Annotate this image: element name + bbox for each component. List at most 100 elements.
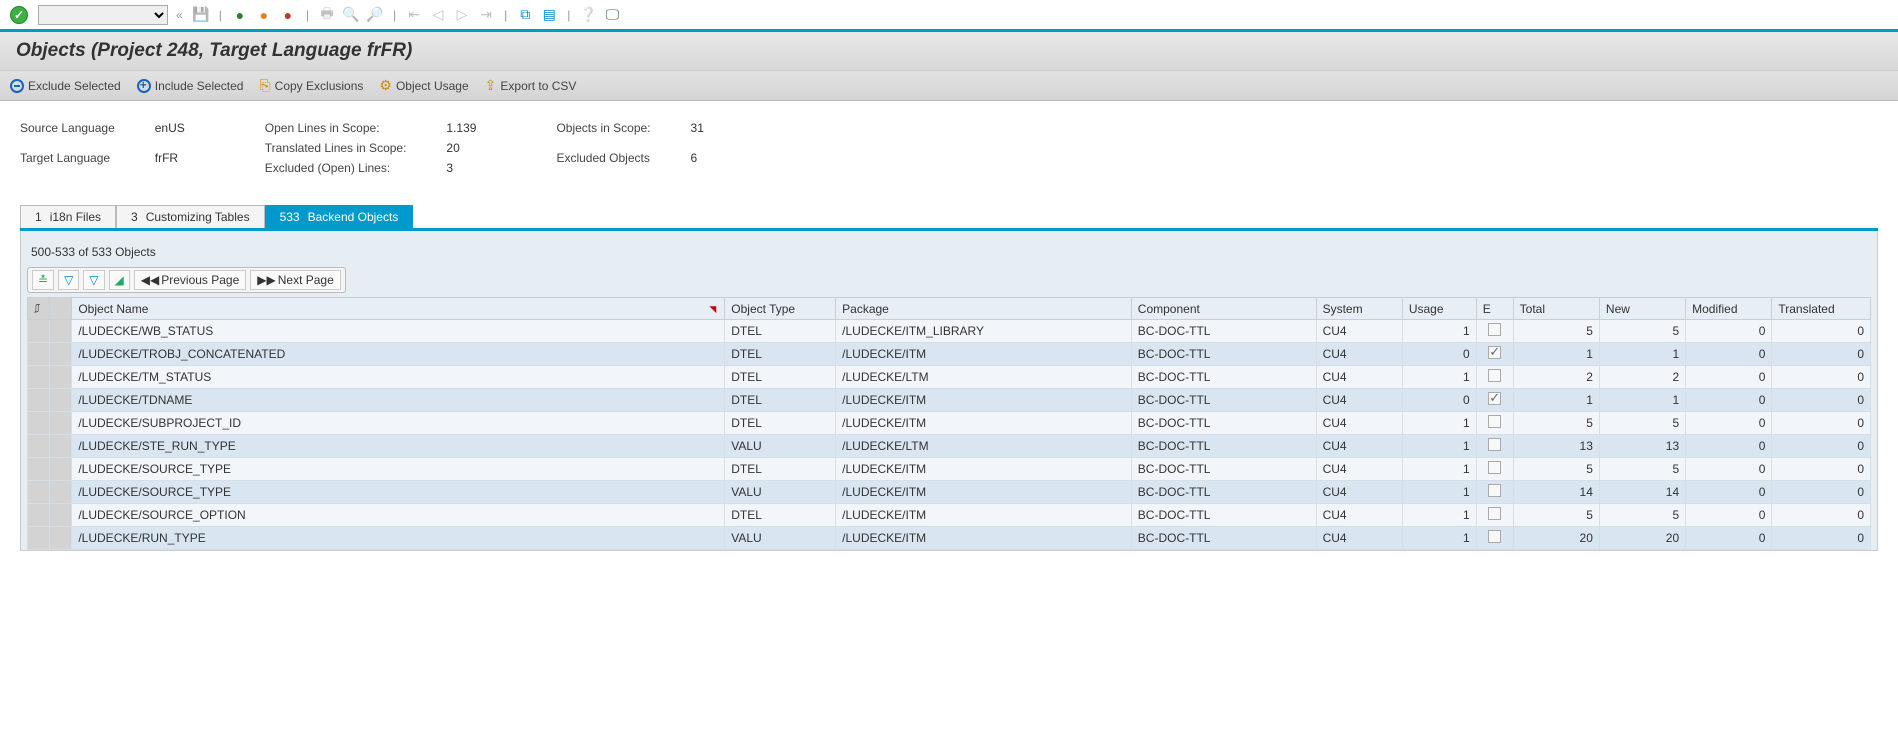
cell-modified: 0 [1686,435,1772,458]
include-selected-button[interactable]: Include Selected [137,77,244,94]
checkbox-icon[interactable] [1488,530,1501,543]
col-component[interactable]: Component [1131,298,1316,320]
table-row[interactable]: /LUDECKE/SOURCE_TYPEDTEL/LUDECKE/ITMBC-D… [28,458,1871,481]
exclude-selected-button[interactable]: Exclude Selected [10,77,121,94]
checkbox-icon[interactable] [1488,369,1501,382]
previous-page-button[interactable]: ◀◀ Previous Page [134,270,247,290]
row-selector[interactable] [28,366,50,389]
save-icon[interactable]: 💾 [191,5,211,25]
tab-backend-objects[interactable]: 533 Backend Objects [265,205,414,228]
col-usage[interactable]: Usage [1402,298,1476,320]
back-icon[interactable]: ● [230,5,250,25]
row-selector[interactable] [28,527,50,550]
row-selector[interactable] [28,504,50,527]
first-page-icon[interactable]: ⇤ [404,5,424,25]
row-selector[interactable] [28,481,50,504]
cell-e[interactable] [1476,481,1513,504]
col-new[interactable]: New [1599,298,1685,320]
checkbox-icon[interactable] [1488,461,1501,474]
cell-package: /LUDECKE/ITM [836,389,1132,412]
table-row[interactable]: /LUDECKE/TROBJ_CONCATENATEDDTEL/LUDECKE/… [28,343,1871,366]
col-package[interactable]: Package [836,298,1132,320]
object-usage-button[interactable]: ⚙ Object Usage [379,77,468,94]
col-translated[interactable]: Translated [1772,298,1871,320]
filter-menu-icon[interactable]: ▽ [83,270,104,290]
col-e[interactable]: E [1476,298,1513,320]
col-object-name[interactable]: Object Name◥ [72,298,725,320]
sort-asc-icon[interactable]: ≛ [32,270,54,290]
last-page-icon[interactable]: ⇥ [476,5,496,25]
cell-object-type: VALU [725,481,836,504]
copy-exclusions-button[interactable]: ⎘ Copy Exclusions [259,77,363,94]
col-system[interactable]: System [1316,298,1402,320]
next-page-icon[interactable]: ▷ [452,5,472,25]
checkbox-icon[interactable] [1488,323,1501,336]
cell-e[interactable] [1476,527,1513,550]
cell-object-name: /LUDECKE/SUBPROJECT_ID [72,412,725,435]
layout-icon[interactable]: ▤ [539,5,559,25]
checkbox-icon[interactable] [1488,346,1501,359]
table-row[interactable]: /LUDECKE/TDNAMEDTEL/LUDECKE/ITMBC-DOC-TT… [28,389,1871,412]
objects-scope-value: 31 [691,121,704,145]
cell-e[interactable] [1476,343,1513,366]
row-selector[interactable] [28,343,50,366]
row-selector[interactable] [28,458,50,481]
translated-lines-value: 20 [446,141,476,155]
cell-object-type: VALU [725,435,836,458]
row-selector[interactable] [28,389,50,412]
checkbox-icon[interactable] [1488,484,1501,497]
cell-usage: 1 [1402,412,1476,435]
table-row[interactable]: /LUDECKE/WB_STATUSDTEL/LUDECKE/ITM_LIBRA… [28,320,1871,343]
help-icon[interactable]: ❔ [578,5,598,25]
next-page-button[interactable]: ▶▶ Next Page [250,270,341,290]
checkbox-icon[interactable] [1488,507,1501,520]
table-row[interactable]: /LUDECKE/STE_RUN_TYPEVALU/LUDECKE/LTMBC-… [28,435,1871,458]
cancel-icon[interactable]: ● [278,5,298,25]
table-row[interactable]: /LUDECKE/SOURCE_TYPEVALU/LUDECKE/ITMBC-D… [28,481,1871,504]
menu-icon[interactable]: ◢ [109,270,130,290]
col-object-type[interactable]: Object Type [725,298,836,320]
cell-component: BC-DOC-TTL [1131,343,1316,366]
checkbox-icon[interactable] [1488,438,1501,451]
exit-icon[interactable]: ● [254,5,274,25]
cell-e[interactable] [1476,412,1513,435]
find-next-icon[interactable]: 🔎 [365,5,385,25]
table-row[interactable]: /LUDECKE/RUN_TYPEVALU/LUDECKE/ITMBC-DOC-… [28,527,1871,550]
cell-e[interactable] [1476,320,1513,343]
table-row[interactable]: /LUDECKE/TM_STATUSDTEL/LUDECKE/LTMBC-DOC… [28,366,1871,389]
prev-page-icon[interactable]: ◁ [428,5,448,25]
customize-icon[interactable]: 🖵 [602,5,622,25]
command-field[interactable] [38,5,168,25]
col-modified[interactable]: Modified [1686,298,1772,320]
print-icon[interactable]: 🖶 [317,5,337,25]
cell-object-type: DTEL [725,412,836,435]
checkbox-icon[interactable] [1488,392,1501,405]
select-all-header[interactable]: ⎎ [28,298,50,320]
row-selector[interactable] [28,435,50,458]
filter-icon[interactable]: ▽ [58,270,79,290]
export-csv-button[interactable]: ⇪ Export to CSV [485,77,577,94]
cell-system: CU4 [1316,435,1402,458]
rewind-icon: ◀◀ [141,273,159,287]
table-row[interactable]: /LUDECKE/SUBPROJECT_IDDTEL/LUDECKE/ITMBC… [28,412,1871,435]
cell-e[interactable] [1476,458,1513,481]
cell-e[interactable] [1476,366,1513,389]
table-row[interactable]: /LUDECKE/SOURCE_OPTIONDTEL/LUDECKE/ITMBC… [28,504,1871,527]
row-selector[interactable] [28,412,50,435]
row-selector[interactable] [28,320,50,343]
checkbox-icon[interactable] [1488,415,1501,428]
cell-e[interactable] [1476,389,1513,412]
cell-total: 2 [1513,366,1599,389]
cell-e[interactable] [1476,435,1513,458]
cell-component: BC-DOC-TTL [1131,458,1316,481]
col-total[interactable]: Total [1513,298,1599,320]
cell-system: CU4 [1316,389,1402,412]
new-session-icon[interactable]: ⧉ [515,5,535,25]
ok-status-icon[interactable]: ✓ [10,6,28,24]
toolbar-sep: « [176,8,183,22]
tab-i18n-files[interactable]: 1 i18n Files [20,205,116,228]
tab-customizing-tables[interactable]: 3 Customizing Tables [116,205,265,228]
cell-usage: 1 [1402,527,1476,550]
cell-e[interactable] [1476,504,1513,527]
find-icon[interactable]: 🔍 [341,5,361,25]
